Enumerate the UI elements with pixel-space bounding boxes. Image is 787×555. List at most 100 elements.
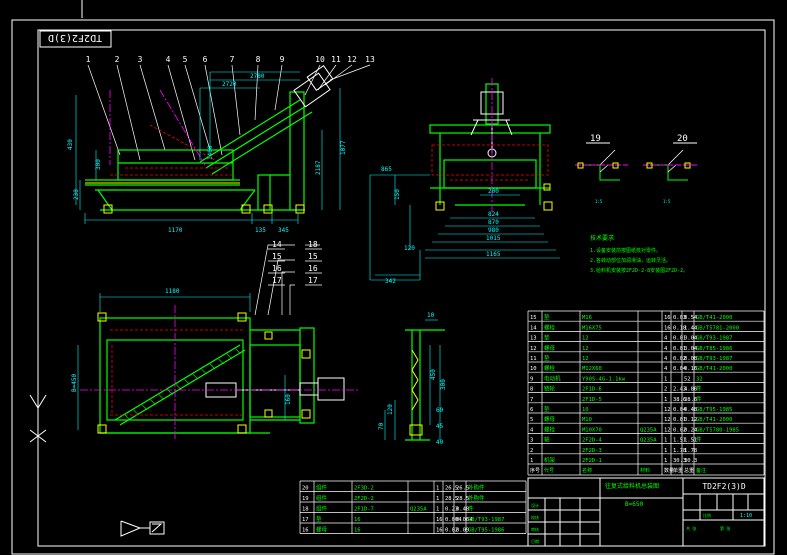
bom-top-header-3: 材料 [640, 467, 650, 474]
dim-980: 980 [488, 227, 499, 234]
notes-line-2: 2.各转动部位加润滑油，运转灵活。 [590, 257, 671, 264]
bom-top-r1-c2: M16X75 [582, 325, 602, 331]
bom-top-r5-c7: GB/T41-2000 [696, 366, 732, 372]
bom-top-r4-c0: 11 [530, 356, 537, 362]
dim-1077: 1077 [340, 140, 347, 155]
dim-2720: 2720 [222, 81, 237, 88]
bom-bot-r0-c2: 2F3D-2 [354, 486, 374, 492]
bom-top-r7-c1: 链轮 [544, 385, 556, 393]
balloon-6: 6 [203, 55, 208, 64]
title-cell-design: 设计 [531, 502, 539, 508]
dim-865: 865 [381, 166, 392, 173]
dim-sec-40: 40 [436, 439, 444, 446]
balloon-4: 4 [166, 55, 171, 64]
title-cell-date: 日期 [531, 538, 539, 544]
bom-top-r14-c2: 2F2D-1 [582, 458, 602, 464]
bom-bot-r3-c2: 16 [354, 517, 361, 523]
dim-1180: 1180 [165, 288, 180, 295]
bom-top-r3-c0: 12 [530, 346, 537, 352]
balloon-11: 11 [331, 55, 341, 64]
bom-top-r7-c2: 2F1D-6 [582, 387, 602, 393]
dim-300: 300 [95, 159, 102, 170]
bom-bot-r3-c7: GB/T93-1987 [468, 517, 504, 523]
balloon-7: 7 [230, 55, 235, 64]
dim-200: 200 [488, 188, 499, 195]
bom-bot-r2-c1: 组件 [316, 505, 328, 513]
bom-top-r13-c6: 1.78 [684, 448, 697, 454]
bom-top-r7-c7: 件 [696, 385, 702, 393]
balloon-2: 2 [115, 55, 120, 64]
bom-top-r12-c0: 3 [530, 438, 533, 444]
bom-top-r6-c1: 电动机 [544, 374, 561, 382]
dim-870: 870 [488, 219, 499, 226]
bom-top-r0-c7: GB/T41-2000 [696, 315, 732, 321]
bom-top-r0-c1: 垫 [544, 313, 550, 321]
bom-bot-r3-c4: 16 [436, 517, 443, 523]
bom-bot-r0-c4: 1 [436, 486, 439, 492]
bom-top-r8-c4: 1 [664, 397, 667, 403]
balloon-13: 13 [365, 55, 375, 64]
bom-bot-r0-c7: 外购件 [468, 484, 485, 492]
bom-top-r6-c0: 9 [530, 376, 533, 382]
bom-bot-r1-c2: 2F2D-2 [354, 496, 374, 502]
detail-20-scale: 1:5 [663, 199, 671, 204]
balloon-12: 12 [347, 55, 357, 64]
bom-top-header-1: 代号 [544, 467, 554, 474]
bom-top-r9-c7: GB/T95-1985 [696, 407, 732, 413]
bom-bot-r2-c7: 件 [468, 505, 474, 513]
drawing-spec: B=650 [625, 501, 643, 508]
bom-bot-r4-c2: 16 [354, 528, 361, 534]
dim-sec-120: 120 [387, 404, 394, 415]
bom-top-r9-c4: 12 [664, 407, 671, 413]
bom-bot-r2-c3: Q235A [410, 507, 427, 513]
notes-line-3: 3.给料机安装按2F2D-2-8安装图2F2D-2。 [590, 267, 688, 274]
top-balloon-b-18: 18 [308, 240, 318, 249]
bom-bot-r2-c2: 2F1D-7 [354, 507, 374, 513]
dim-2780: 2780 [250, 73, 265, 80]
bom-top-r9-c0: 6 [530, 407, 533, 413]
bom-bot-r4-c4: 16 [436, 528, 443, 534]
bom-top-r11-c2: M10X70 [582, 427, 602, 433]
cad-drawing-canvas[interactable]: TD2F2(3)D 12345678910111213 [0, 0, 787, 555]
notes-title: 技术要求 [590, 234, 614, 242]
bom-top-r12-c1: 轴 [544, 436, 550, 444]
title-cell-sheet-no: 第 张 [720, 525, 730, 531]
bom-top-r2-c2: 12 [582, 336, 589, 342]
dim-sec-45: 45 [436, 423, 444, 430]
title-cell-scale-label: 比例 [703, 512, 711, 518]
bom-top-r6-c7: 32 [696, 376, 703, 382]
bom-bot-r3-c0: 17 [302, 517, 309, 523]
top-balloon-a-17: 17 [272, 276, 282, 285]
title-cell-check: 校核 [531, 514, 539, 520]
dim-135: 135 [255, 227, 266, 234]
dim-150: 150 [394, 189, 401, 200]
bom-top-r6-c6: 52 [684, 376, 691, 382]
balloon-8: 8 [256, 55, 261, 64]
bom-top-r4-c7: GB/T93-1987 [696, 356, 732, 362]
bom-bot-r2-c4: 1 [436, 507, 439, 513]
dim-342: 342 [385, 278, 396, 285]
bom-bot-r3-c1: 垫 [316, 515, 322, 523]
bom-top-r4-c1: 垫 [544, 354, 550, 362]
dim-sec-70: 70 [378, 422, 385, 430]
dim-430: 430 [67, 139, 74, 150]
bom-bot-r4-c1: 螺母 [316, 526, 328, 534]
top-balloon-b-15: 15 [308, 252, 318, 261]
balloon-10: 10 [315, 55, 325, 64]
dim-sec-450: 450 [430, 369, 437, 380]
bom-bot-r0-c0: 20 [302, 486, 309, 492]
balloon-9: 9 [280, 55, 285, 64]
balloon-1: 1 [86, 55, 91, 64]
bom-bot-r4-c7: GB/T95-1986 [468, 528, 504, 534]
balloon-3: 3 [138, 55, 143, 64]
bom-top-r10-c4: 12 [664, 417, 671, 423]
bom-top-r8-c0: 7 [530, 397, 533, 403]
bom-bot-r1-c7: 外购件 [468, 494, 485, 502]
bom-top-r11-c7: GB/T5780-1985 [696, 427, 739, 433]
dim-230: 230 [73, 189, 80, 200]
bom-top-r12-c4: 1 [664, 438, 667, 444]
top-balloon-a-15: 15 [272, 252, 282, 261]
bom-top-r14-c4: 1 [664, 458, 667, 464]
dim-345: 345 [278, 227, 289, 234]
bom-top-r7-c0: 8 [530, 387, 533, 393]
